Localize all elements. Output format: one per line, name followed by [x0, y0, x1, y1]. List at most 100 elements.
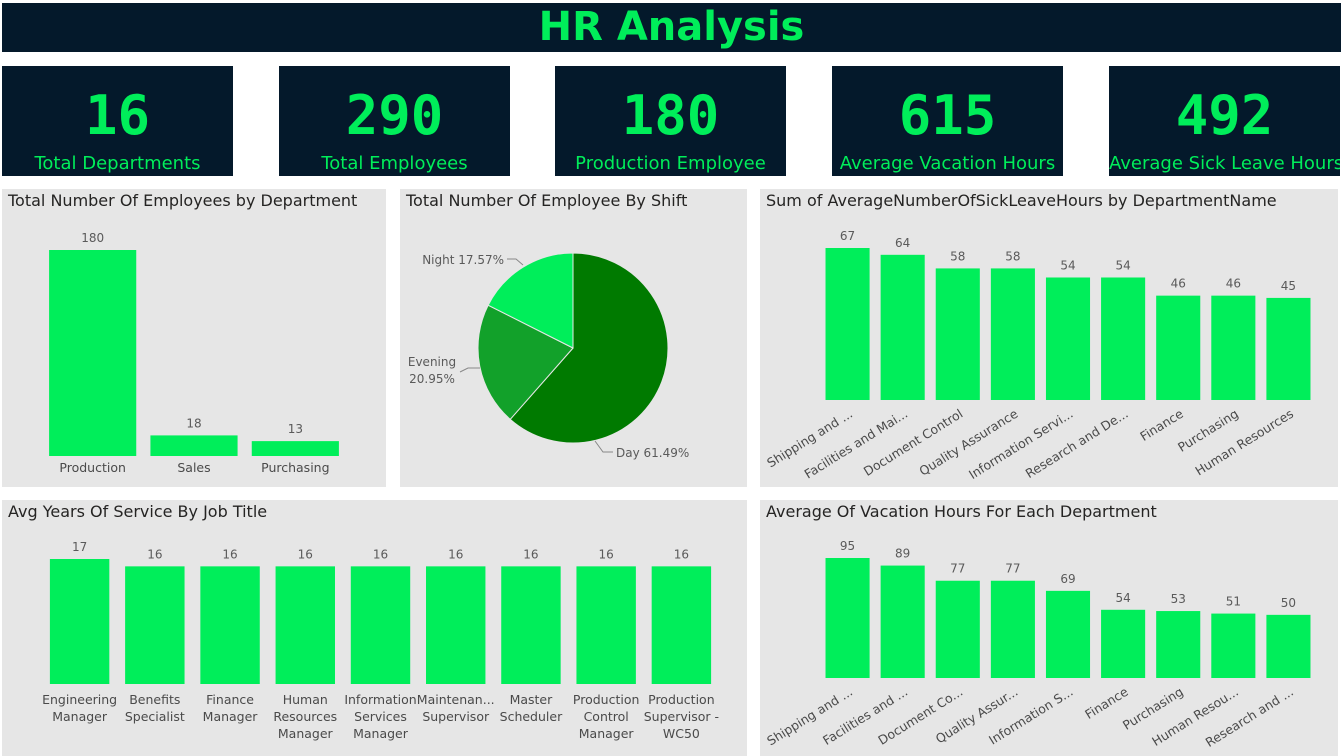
bar[interactable] [1156, 611, 1201, 678]
bar[interactable] [1211, 295, 1256, 400]
bar[interactable] [125, 566, 185, 684]
category-label: Production [59, 460, 126, 475]
bar[interactable] [501, 566, 561, 684]
category-label: Human Resources [1192, 406, 1296, 479]
category-label: Document Control [861, 406, 966, 479]
bar-chart-svg: 95Shipping and ...89Facilities and ...77… [764, 539, 1311, 750]
kpi-value: 290 [345, 84, 444, 147]
data-label: 64 [895, 236, 910, 250]
data-label: 16 [298, 547, 313, 561]
bar[interactable] [1156, 295, 1201, 400]
chart-years-of-service-by-job-title[interactable]: Avg Years Of Service By Job Title 17 Engi… [2, 500, 747, 756]
data-label: 54 [1115, 591, 1130, 605]
bar[interactable] [1045, 590, 1091, 678]
data-label: 50 [1281, 596, 1296, 610]
kpi-card-average-sick-leave-hours[interactable]: 492 Average Sick Leave Hours [1109, 66, 1340, 176]
data-label: 16 [674, 547, 689, 561]
data-label: 77 [1005, 562, 1020, 576]
category-label: Production Supervisor -WC50 [644, 692, 719, 741]
category-label: Benefits Specialist [125, 692, 185, 724]
leader-line [459, 367, 480, 373]
data-label: 16 [222, 547, 237, 561]
category-label: Information Servi... [966, 406, 1076, 482]
bar[interactable] [651, 566, 712, 684]
category-label: Production Control Manager [573, 692, 640, 741]
bar[interactable] [350, 566, 411, 684]
data-label: 54 [1060, 258, 1075, 272]
data-label: 46 [1226, 277, 1241, 291]
kpi-card-total-employees[interactable]: 290 Total Employees [279, 66, 510, 176]
category-label: Finance Manager [203, 692, 259, 724]
category-label: Finance [1137, 406, 1186, 444]
category-label: Facilities and Mai... [801, 406, 910, 482]
data-label: 180 [81, 231, 104, 245]
kpi-label: Total Employees [321, 153, 468, 174]
data-label: 16 [373, 547, 388, 561]
kpi-label: Total Departments [34, 153, 201, 174]
kpi-label: Average Sick Leave Hours [1109, 153, 1340, 174]
data-label: 13 [288, 422, 303, 436]
bar-chart-svg: 17 Engineering Manager 16 Benefits Specialist… [42, 540, 719, 741]
kpi-card-total-departments[interactable]: 16 Total Departments [2, 66, 233, 176]
bar[interactable] [935, 268, 980, 400]
bar[interactable] [990, 268, 1035, 400]
bar[interactable] [935, 580, 980, 678]
data-label: 17 [72, 540, 87, 554]
data-label: 51 [1226, 595, 1241, 609]
chart-vacation-hours-by-department[interactable]: Average Of Vacation Hours For Each Depar… [760, 500, 1338, 756]
bar[interactable] [1266, 614, 1311, 678]
bar[interactable] [150, 435, 238, 456]
bar[interactable] [49, 559, 110, 684]
bar-chart-svg: 180 Production 18 Sales 13 Purchasing [49, 231, 339, 475]
category-label: Purchasing [261, 460, 329, 475]
category-label: Engineering Manager [42, 692, 117, 724]
bar[interactable] [1266, 297, 1311, 400]
data-label: 67 [840, 229, 855, 243]
chart-sick-leave-by-department[interactable]: Sum of AverageNumberOfSickLeaveHours by … [760, 189, 1338, 487]
category-label: Maintenan... Supervisor [417, 692, 495, 724]
bar[interactable] [576, 566, 636, 684]
bar[interactable] [251, 441, 339, 456]
bar[interactable] [1101, 277, 1146, 400]
kpi-card-production-employee[interactable]: 180 Production Employee [555, 66, 786, 176]
bar[interactable] [49, 250, 137, 456]
data-label: 46 [1171, 277, 1186, 291]
bar[interactable] [1211, 613, 1256, 678]
data-label: 95 [840, 539, 855, 553]
data-label: 69 [1060, 572, 1075, 586]
category-label: Research and De... [1023, 406, 1131, 481]
bar[interactable] [275, 566, 335, 684]
data-label: 16 [523, 547, 538, 561]
bar-chart-svg: 67Shipping and ...64Facilities and Mai..… [764, 229, 1311, 482]
kpi-card-average-vacation-hours[interactable]: 615 Average Vacation Hours [832, 66, 1063, 176]
data-label: 89 [895, 547, 910, 561]
category-label: Sales [177, 460, 210, 475]
bar[interactable] [426, 566, 486, 684]
leader-line [594, 440, 613, 453]
data-label: 77 [950, 562, 965, 576]
bar[interactable] [825, 248, 870, 400]
bar[interactable] [200, 566, 260, 684]
bar[interactable] [880, 254, 925, 400]
data-label: 54 [1115, 258, 1130, 272]
bar[interactable] [1045, 277, 1091, 400]
data-label: 45 [1281, 279, 1296, 293]
bar[interactable] [990, 580, 1035, 678]
data-label: 16 [147, 547, 162, 561]
bar[interactable] [1101, 609, 1146, 678]
bar[interactable] [880, 565, 925, 678]
leader-line [507, 258, 524, 266]
chart-employees-by-department[interactable]: Total Number Of Employees by Department … [2, 189, 386, 487]
data-label: 16 [448, 547, 463, 561]
category-label: Human Resources Manager [273, 692, 337, 741]
kpi-value: 615 [898, 84, 997, 147]
kpi-value: 180 [621, 84, 720, 147]
pie-label-evening: Evening 20.95% [408, 355, 456, 386]
kpi-label: Production Employee [575, 153, 766, 174]
category-label: Finance [1082, 684, 1131, 722]
chart-employees-by-shift[interactable]: Total Number Of Employee By Shift Day 61… [400, 189, 747, 487]
data-label: 58 [950, 249, 965, 263]
bar[interactable] [825, 558, 870, 678]
data-label: 58 [1005, 249, 1020, 263]
data-label: 18 [186, 416, 201, 430]
